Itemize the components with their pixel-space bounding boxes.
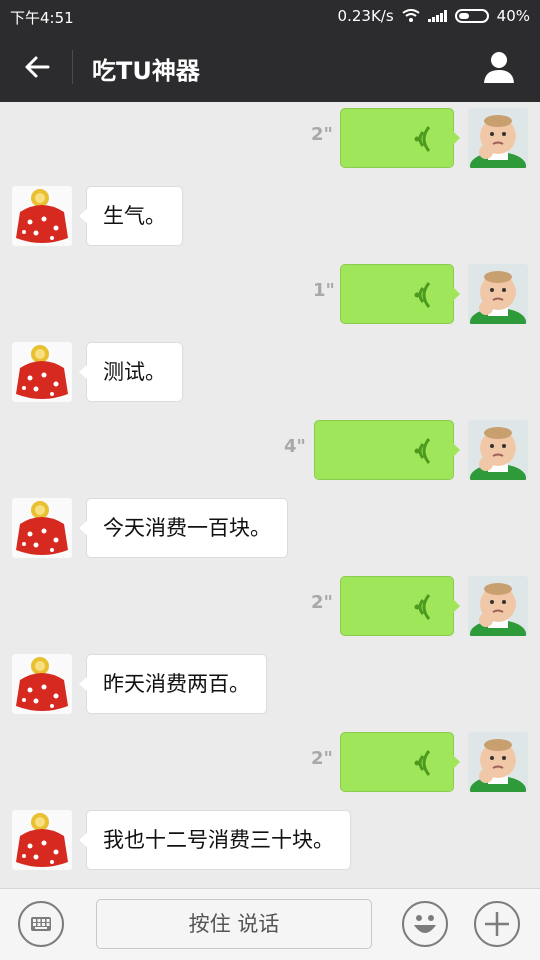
- bot-avatar[interactable]: [12, 810, 72, 870]
- coin-purse-avatar-image: [12, 342, 72, 402]
- baby-avatar-image: [468, 576, 528, 636]
- coin-purse-avatar-image: [12, 654, 72, 714]
- user-avatar[interactable]: [468, 108, 528, 168]
- text-message[interactable]: 今天消费一百块。: [79, 498, 288, 558]
- emoji-button[interactable]: [402, 901, 448, 947]
- hold-to-talk-button[interactable]: 按住 说话: [96, 899, 372, 949]
- voice-message[interactable]: [340, 264, 460, 324]
- text-message[interactable]: 昨天消费两百。: [79, 654, 267, 714]
- voice-duration: 2": [311, 748, 333, 769]
- voice-wave-icon: [414, 282, 431, 308]
- chat-area[interactable]: 2" 生气。 1" 测试。 4" 今天消费一百块。 2" 昨天消费两百。 2" …: [0, 102, 540, 888]
- voice-duration: 2": [311, 592, 333, 613]
- baby-avatar-image: [468, 420, 528, 480]
- voice-message[interactable]: [314, 420, 460, 480]
- status-right: 0.23K/s 40%: [338, 7, 530, 25]
- keyboard-toggle-button[interactable]: [18, 901, 64, 947]
- user-avatar[interactable]: [468, 576, 528, 636]
- voice-wave-icon: [414, 438, 431, 464]
- emoji-icon: [414, 915, 436, 933]
- bot-avatar[interactable]: [12, 654, 72, 714]
- baby-avatar-image: [468, 732, 528, 792]
- bot-avatar[interactable]: [12, 498, 72, 558]
- voice-wave-icon: [414, 126, 431, 152]
- text-message[interactable]: 生气。: [79, 186, 183, 246]
- net-speed: 0.23K/s: [337, 7, 394, 25]
- voice-duration: 2": [311, 124, 333, 145]
- user-avatar[interactable]: [468, 420, 528, 480]
- signal-icon: [427, 10, 447, 22]
- voice-wave-icon: [414, 750, 431, 776]
- baby-avatar-image: [468, 108, 528, 168]
- text-message[interactable]: 测试。: [79, 342, 183, 402]
- voice-message[interactable]: [340, 576, 460, 636]
- title-bar: 吃TU神器: [0, 32, 540, 102]
- user-avatar[interactable]: [468, 264, 528, 324]
- coin-purse-avatar-image: [12, 810, 72, 870]
- user-avatar[interactable]: [468, 732, 528, 792]
- bot-avatar[interactable]: [12, 186, 72, 246]
- profile-icon[interactable]: [482, 50, 516, 84]
- input-bar: 按住 说话: [0, 888, 540, 960]
- status-time: 下午4:51: [10, 9, 74, 27]
- plus-icon: [485, 912, 509, 936]
- voice-duration: 4": [284, 436, 306, 457]
- battery-percent: 40%: [496, 7, 530, 25]
- voice-message[interactable]: [340, 732, 460, 792]
- wifi-icon: [402, 9, 420, 22]
- voice-message[interactable]: [340, 108, 460, 168]
- voice-wave-icon: [414, 594, 431, 620]
- chat-title: 吃TU神器: [92, 57, 200, 85]
- coin-purse-avatar-image: [12, 186, 72, 246]
- text-message[interactable]: 我也十二号消费三十块。: [79, 810, 351, 870]
- coin-purse-avatar-image: [12, 498, 72, 558]
- bot-avatar[interactable]: [12, 342, 72, 402]
- more-options-button[interactable]: [474, 901, 520, 947]
- voice-duration: 1": [313, 280, 335, 301]
- keyboard-icon: [31, 917, 51, 931]
- title-divider: [72, 50, 73, 84]
- baby-avatar-image: [468, 264, 528, 324]
- back-arrow-icon[interactable]: [22, 52, 52, 82]
- status-bar: 下午4:51 0.23K/s 40%: [0, 0, 540, 32]
- battery-icon: [454, 9, 489, 23]
